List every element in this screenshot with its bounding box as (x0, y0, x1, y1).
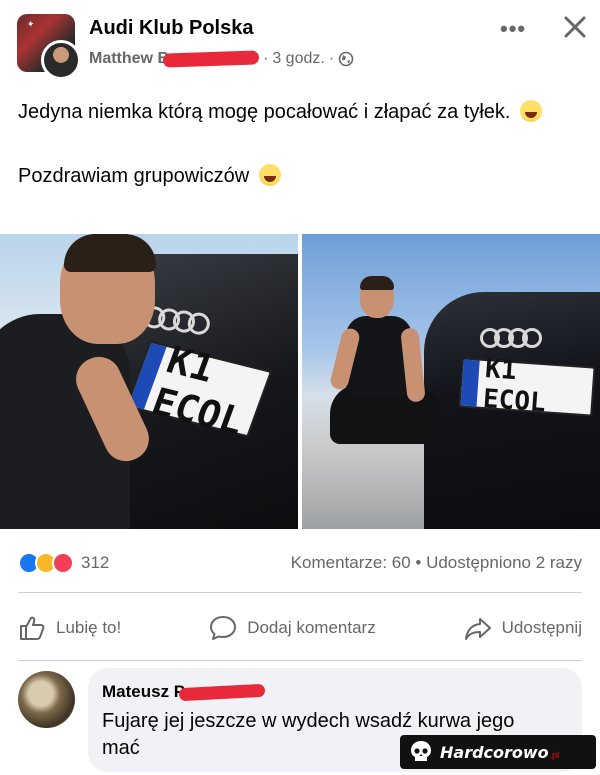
divider (18, 592, 582, 593)
tongue-out-emoji (258, 164, 281, 186)
reaction-count: 312 (81, 553, 110, 572)
redaction-bar (178, 683, 266, 701)
post-header: ✦ Audi Klub Polska Matthew B · 3 godz. ·… (0, 0, 600, 88)
license-plate-right: K1 ECOL (458, 354, 596, 418)
more-options-button[interactable]: ••• (500, 16, 526, 42)
post-photo-right[interactable]: K1 ECOL (302, 234, 600, 529)
commenter-name-text: Mateusz P (102, 682, 186, 701)
post-time[interactable]: 3 godz. (272, 50, 324, 68)
meta-separator: · (328, 50, 335, 67)
like-button-label: Lubię to! (56, 618, 122, 637)
group-avatar-badge: ✦ (26, 19, 36, 31)
more-horizontal-icon: ••• (500, 16, 527, 41)
post-actions: Lubię to! Dodaj komentarz Udostępnij (18, 600, 582, 656)
share-arrow-icon (464, 618, 491, 640)
group-name-link[interactable]: Audi Klub Polska (89, 17, 253, 40)
post-text: Jedyna niemka którą mogę pocałować i zła… (18, 96, 578, 192)
thumbs-up-icon (20, 616, 45, 640)
globe-icon (338, 51, 354, 67)
close-icon[interactable] (560, 12, 590, 42)
comment-button-label: Dodaj komentarz (247, 618, 376, 637)
skull-icon (411, 741, 431, 761)
post-meta: Matthew B · 3 godz. · (89, 50, 354, 68)
love-icon (52, 552, 74, 574)
comments-shares-count[interactable]: Komentarze: 60 • Udostępniono 2 razy (291, 553, 582, 573)
share-button-label: Udostępnij (501, 618, 582, 637)
author-avatar[interactable] (41, 40, 81, 80)
share-button[interactable]: Udostępnij (464, 614, 582, 642)
post-line-2: Pozdrawiam grupowiczów (18, 160, 578, 192)
commenter-name[interactable]: Mateusz P (102, 682, 266, 702)
post-stats: 312 Komentarze: 60 • Udostępniono 2 razy (18, 548, 582, 578)
reaction-summary[interactable]: 312 (18, 552, 109, 574)
watermark-logo: Hardcorowo .pl (400, 735, 596, 769)
post-line-1: Jedyna niemka którą mogę pocałować i zła… (18, 96, 578, 128)
audi-logo (480, 328, 542, 348)
divider (18, 660, 582, 661)
post-line-1-text: Jedyna niemka którą mogę pocałować i zła… (18, 101, 511, 123)
watermark-text: Hardcorowo (440, 742, 549, 762)
watermark-tld: .pl (549, 750, 560, 760)
laughing-tears-emoji (520, 100, 543, 122)
author-name-link[interactable]: Matthew B (89, 50, 169, 68)
redaction-bar (162, 50, 260, 68)
post-photo-left[interactable]: K1 ECOL (0, 234, 298, 529)
meta-separator: · (263, 50, 269, 67)
comment-button[interactable]: Dodaj komentarz (209, 614, 376, 642)
post-line-2-text: Pozdrawiam grupowiczów (18, 165, 250, 187)
like-button[interactable]: Lubię to! (18, 614, 121, 642)
comment-icon (210, 616, 237, 640)
commenter-avatar[interactable] (18, 671, 75, 728)
